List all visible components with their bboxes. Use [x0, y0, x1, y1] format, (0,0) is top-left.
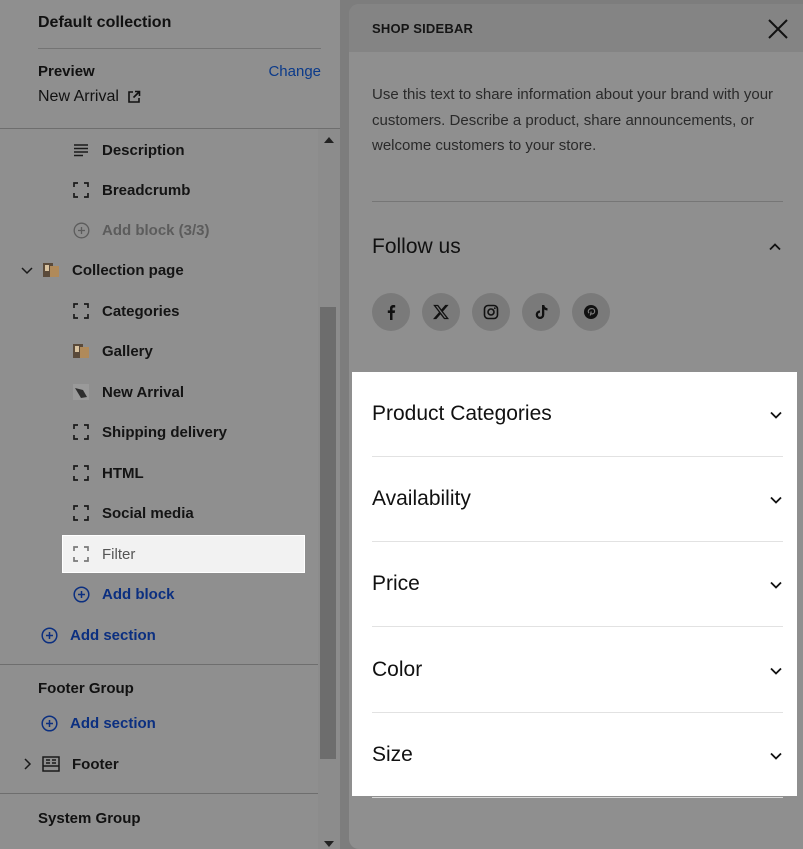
plus-circle-icon: [72, 221, 90, 239]
image-thumbnail-icon: [72, 342, 90, 360]
block-frame-icon: [72, 302, 90, 320]
scroll-down-arrow-icon[interactable]: [323, 839, 335, 849]
close-icon[interactable]: [767, 18, 789, 40]
add-section-label: Add section: [70, 714, 156, 732]
drawer-header: SHOP SIDEBAR: [349, 4, 803, 52]
filter-label: Availability: [372, 487, 471, 510]
chevron-down-icon[interactable]: [769, 408, 783, 422]
filter-label: Size: [372, 743, 413, 766]
chevron-down-icon[interactable]: [20, 263, 34, 277]
block-gallery[interactable]: Gallery: [72, 333, 153, 369]
chevron-up-icon[interactable]: [768, 240, 782, 254]
scrollbar-thumb[interactable]: [320, 307, 336, 759]
block-shipping-delivery[interactable]: Shipping delivery: [72, 414, 227, 450]
block-label: Social media: [102, 504, 194, 522]
chevron-down-icon[interactable]: [769, 664, 783, 678]
add-block-disabled: Add block (3/3): [72, 212, 210, 248]
block-frame-icon: [72, 423, 90, 441]
x-icon[interactable]: [422, 293, 460, 331]
block-label: Breadcrumb: [102, 181, 191, 199]
sidebar-description: Use this text to share information about…: [372, 86, 774, 154]
block-label: New Arrival: [102, 383, 184, 401]
image-thumbnail-icon: [42, 261, 60, 279]
add-section-label: Add section: [70, 626, 156, 644]
section-label: Footer: [72, 755, 119, 773]
pinterest-icon[interactable]: [572, 293, 610, 331]
instagram-icon[interactable]: [472, 293, 510, 331]
system-group-title: System Group: [38, 810, 141, 827]
block-label: HTML: [102, 464, 144, 482]
section-footer[interactable]: Footer: [20, 746, 119, 782]
footer-layout-icon: [42, 755, 60, 773]
footer-group-title: Footer Group: [38, 680, 134, 697]
chevron-down-icon[interactable]: [769, 749, 783, 763]
block-label: Categories: [102, 302, 180, 320]
external-link-icon[interactable]: [127, 90, 141, 104]
filter-price[interactable]: Price: [372, 542, 783, 627]
description-divider: [372, 201, 783, 202]
change-link[interactable]: Change: [268, 63, 321, 80]
tiktok-icon[interactable]: [522, 293, 560, 331]
preview-value-text: New Arrival: [38, 88, 119, 105]
block-html[interactable]: HTML: [72, 455, 144, 491]
block-label: Description: [102, 141, 185, 159]
plus-circle-icon: [40, 714, 58, 732]
text-lines-icon: [72, 141, 90, 159]
block-filter[interactable]: Filter: [62, 535, 305, 573]
block-breadcrumb[interactable]: Breadcrumb: [72, 172, 190, 208]
preview-label: Preview: [38, 63, 95, 80]
block-label: Filter: [102, 545, 136, 563]
block-frame-icon: [72, 504, 90, 522]
header-divider: [38, 48, 321, 49]
chevron-down-icon[interactable]: [769, 578, 783, 592]
social-links: [372, 293, 610, 331]
chevron-right-icon[interactable]: [20, 757, 34, 771]
block-label: Add block (3/3): [102, 221, 210, 239]
filter-label: Color: [372, 658, 423, 681]
chevron-down-icon[interactable]: [769, 493, 783, 507]
section-tree: Description Breadcrumb Add block (3/3) C…: [0, 129, 318, 849]
block-description[interactable]: Description: [72, 132, 185, 168]
group-divider: [0, 793, 318, 794]
block-social-media[interactable]: Social media: [72, 495, 194, 531]
plus-circle-icon: [72, 585, 90, 603]
section-collection-page[interactable]: Collection page: [20, 252, 184, 288]
filter-label: Price: [372, 572, 420, 595]
block-frame-icon: [72, 545, 90, 563]
drawer-title: SHOP SIDEBAR: [372, 21, 474, 36]
collection-title: Default collection: [38, 14, 172, 31]
filter-accordion-list: Product Categories Availability Price Co…: [352, 372, 797, 798]
block-frame-icon: [72, 181, 90, 199]
filter-availability[interactable]: Availability: [372, 457, 783, 542]
product-thumbnail-icon: [72, 383, 90, 401]
section-label: Collection page: [72, 261, 184, 279]
filter-product-categories[interactable]: Product Categories: [372, 372, 783, 457]
add-section-button[interactable]: Add section: [40, 617, 156, 653]
tree-scrollbar[interactable]: [318, 129, 340, 849]
add-block-label: Add block: [102, 585, 175, 603]
filter-size[interactable]: Size: [372, 713, 783, 798]
block-new-arrival[interactable]: New Arrival: [72, 374, 184, 410]
block-label: Shipping delivery: [102, 423, 228, 441]
filter-label: Product Categories: [372, 402, 552, 425]
editor-panel: Default collection Preview Change New Ar…: [0, 0, 340, 849]
preview-value[interactable]: New Arrival: [38, 88, 141, 106]
scroll-up-arrow-icon[interactable]: [323, 135, 335, 145]
filter-color[interactable]: Color: [372, 628, 783, 713]
add-block-button[interactable]: Add block: [72, 576, 175, 612]
facebook-icon[interactable]: [372, 293, 410, 331]
follow-us-heading[interactable]: Follow us: [372, 235, 461, 259]
block-frame-icon: [72, 464, 90, 482]
block-label: Gallery: [102, 342, 153, 360]
plus-circle-icon: [40, 626, 58, 644]
group-divider: [0, 664, 318, 665]
block-categories[interactable]: Categories: [72, 293, 180, 329]
collection-header: Default collection Preview Change New Ar…: [0, 0, 340, 128]
footer-add-section-button[interactable]: Add section: [40, 705, 156, 741]
